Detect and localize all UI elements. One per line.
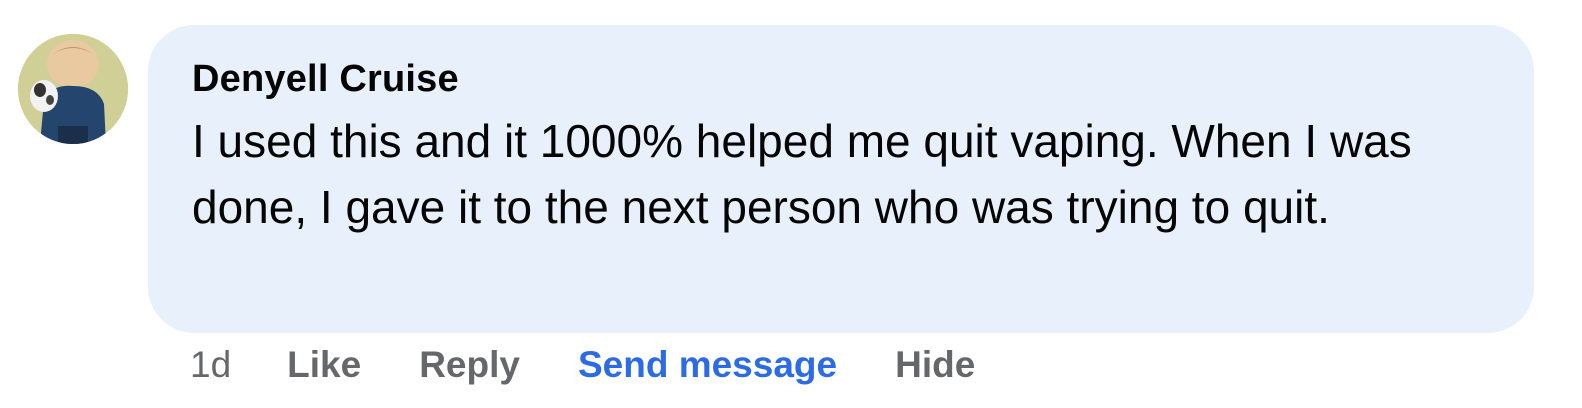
avatar[interactable] — [18, 34, 128, 144]
comment-actions: 1d Like Reply Send message Hide — [190, 340, 975, 390]
like-button[interactable]: Like — [287, 344, 361, 386]
profile-photo-icon — [18, 34, 128, 144]
comment: Denyell Cruise I used this and it 1000% … — [0, 0, 1582, 408]
comment-text: I used this and it 1000% helped me quit … — [192, 115, 1412, 233]
reply-button[interactable]: Reply — [419, 344, 520, 386]
comment-timestamp[interactable]: 1d — [190, 344, 231, 386]
send-message-button[interactable]: Send message — [578, 344, 837, 386]
hide-button[interactable]: Hide — [895, 344, 975, 386]
comment-author[interactable]: Denyell Cruise — [192, 56, 459, 102]
